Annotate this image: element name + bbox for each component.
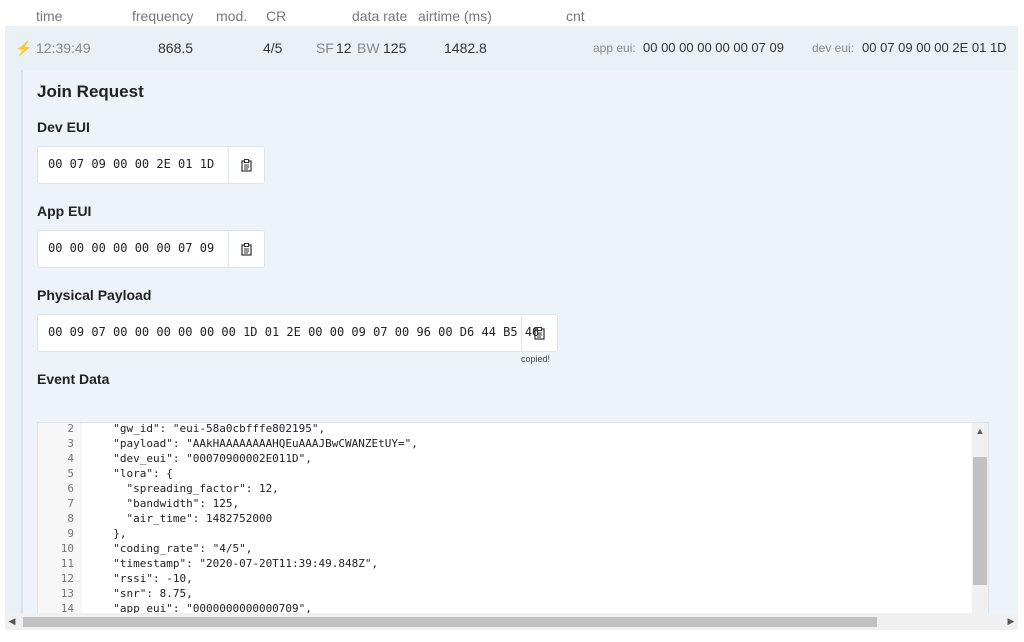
line-number: 6	[67, 482, 74, 495]
event-data-label: Event Data	[37, 371, 110, 387]
line-code: "dev_eui": "00070900002E011D",	[100, 452, 312, 465]
app-eui-value: 00 00 00 00 00 00 07 09	[48, 241, 215, 255]
payload-label: Physical Payload	[37, 287, 152, 303]
copy-payload-button[interactable]	[521, 315, 557, 351]
row-sf-label: SF	[316, 40, 334, 56]
col-airtime: airtime (ms)	[418, 8, 492, 24]
table-row[interactable]: ⚡ 12:39:49 868.5 4/5 SF 12 BW 125 1482.8…	[5, 26, 1018, 70]
row-dev-eui: 00 07 09 00 00 2E 01 1D	[862, 40, 1007, 55]
detail-title: Join Request	[37, 82, 144, 101]
lightning-icon: ⚡	[15, 40, 33, 56]
copy-app-eui-button[interactable]	[228, 231, 264, 267]
col-mod: mod.	[216, 8, 248, 24]
message-panel: ⚡ 12:39:49 868.5 4/5 SF 12 BW 125 1482.8…	[5, 26, 1018, 630]
line-number: 8	[67, 512, 74, 525]
dev-eui-field: 00 07 09 00 00 2E 01 1D	[37, 146, 265, 184]
line-number: 11	[60, 557, 74, 570]
clipboard-icon	[534, 326, 545, 340]
message-detail: Join Request Dev EUI 00 07 09 00 00 2E 0…	[21, 70, 1018, 630]
line-number: 5	[67, 467, 74, 480]
line-code: "air_time": 1482752000	[100, 512, 273, 525]
row-app-eui-label: app eui:	[593, 41, 636, 55]
col-cnt: cnt	[566, 8, 585, 24]
row-bw: 125	[383, 40, 407, 56]
scroll-right-icon[interactable]: ▶	[1004, 613, 1018, 630]
copy-dev-eui-button[interactable]	[228, 147, 264, 183]
horizontal-scrollbar[interactable]: ◀ ▶	[5, 613, 1018, 630]
line-code: "payload": "AAkHAAAAAAAAHQEuAAAJBwCWANZE…	[100, 437, 418, 450]
line-number: 12	[60, 572, 74, 585]
row-frequency: 868.5	[158, 40, 194, 56]
line-number: 3	[67, 437, 74, 450]
line-code: "coding_rate": "4/5",	[100, 542, 253, 555]
scroll-left-icon[interactable]: ◀	[5, 613, 19, 630]
row-cr: 4/5	[263, 40, 283, 56]
line-code: "lora": {	[100, 467, 173, 480]
line-number: 9	[67, 527, 74, 540]
row-sf: 12	[336, 40, 352, 56]
clipboard-icon	[241, 158, 252, 172]
dev-eui-label: Dev EUI	[37, 119, 90, 135]
app-eui-field: 00 00 00 00 00 00 07 09	[37, 230, 265, 268]
horizontal-scroll-thumb[interactable]	[23, 617, 877, 627]
col-cr: CR	[266, 8, 287, 24]
col-time: time	[36, 8, 63, 24]
line-code: "timestamp": "2020-07-20T11:39:49.848Z",	[100, 557, 379, 570]
clipboard-icon	[241, 242, 252, 256]
line-number: 10	[60, 542, 74, 555]
row-app-eui: 00 00 00 00 00 00 07 09	[643, 40, 784, 55]
dev-eui-value: 00 07 09 00 00 2E 01 1D	[48, 157, 215, 171]
scroll-up-icon[interactable]: ▲	[972, 423, 988, 439]
row-time: 12:39:49	[36, 40, 91, 56]
line-code: "snr": 8.75,	[100, 587, 193, 600]
line-number: 13	[60, 587, 74, 600]
payload-value: 00 09 07 00 00 00 00 00 00 1D 01 2E 00 0…	[48, 325, 540, 339]
table-header: time frequency mod. CR data rate airtime…	[0, 0, 1024, 26]
editor-scroll-thumb[interactable]	[973, 457, 987, 585]
line-code: },	[100, 527, 127, 540]
row-dev-eui-label: dev eui:	[812, 41, 855, 55]
line-code: "bandwidth": 125,	[100, 497, 240, 510]
app-eui-label: App EUI	[37, 203, 92, 219]
row-bw-label: BW	[357, 40, 380, 56]
copied-tooltip: copied!	[521, 354, 551, 364]
event-data-editor[interactable]: 2 "gw_id": "eui-58a0cbfffe802195", 3 "pay…	[37, 422, 989, 626]
line-number: 2	[67, 422, 74, 435]
col-frequency: frequency	[132, 8, 194, 24]
line-number: 7	[67, 497, 74, 510]
col-data-rate: data rate	[352, 8, 408, 24]
row-airtime: 1482.8	[444, 40, 487, 56]
line-code: "rssi": -10,	[100, 572, 193, 585]
editor-vertical-scrollbar[interactable]: ▲ ▼	[972, 423, 988, 625]
payload-field: 00 09 07 00 00 00 00 00 00 1D 01 2E 00 0…	[37, 314, 558, 352]
line-number: 4	[67, 452, 74, 465]
line-code: "gw_id": "eui-58a0cbfffe802195",	[100, 422, 326, 435]
line-code: "spreading_factor": 12,	[100, 482, 279, 495]
